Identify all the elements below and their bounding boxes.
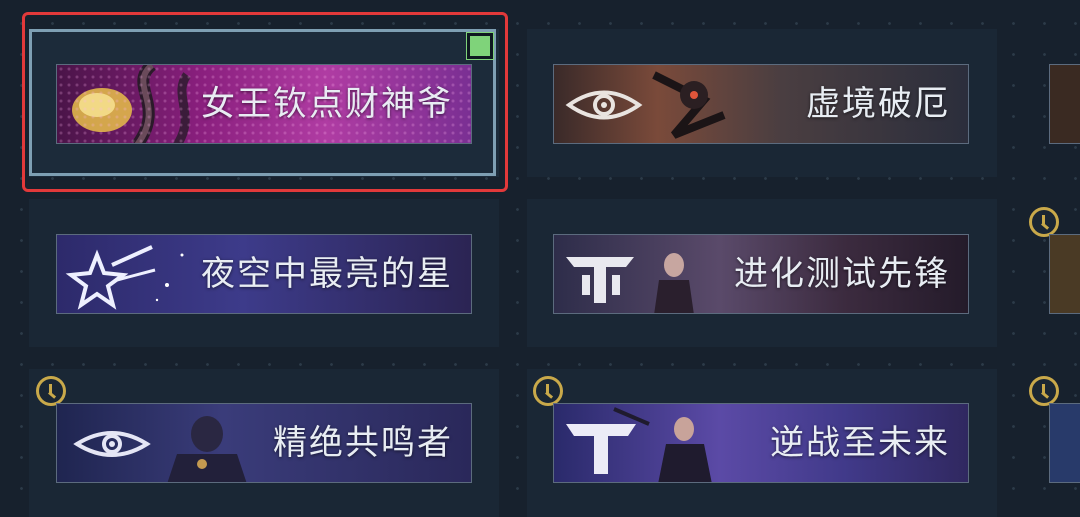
timer-clock-icon (36, 376, 66, 406)
shooting-star-icon (65, 245, 184, 310)
banner-reso[interactable]: 精绝共鸣者 (56, 403, 472, 483)
banner-queen[interactable]: 女王钦点财神爷 (56, 64, 472, 144)
partial-card-right[interactable] (1049, 64, 1080, 144)
title-label: 进化测试先锋 (734, 254, 950, 294)
timer-clock-icon (1029, 207, 1059, 237)
eye-emblem-icon (565, 71, 726, 139)
title-label: 逆战至未来 (770, 423, 950, 463)
selected-checkbox-icon[interactable] (466, 32, 494, 60)
golden-snake-icon (72, 65, 191, 143)
banner-evo[interactable]: 进化测试先锋 (553, 234, 969, 314)
timer-clock-icon (533, 376, 563, 406)
timer-clock-icon (1029, 376, 1059, 406)
title-label: 女王钦点财神爷 (201, 84, 453, 124)
partial-card-right[interactable] (1049, 403, 1080, 483)
t-emblem-icon (566, 407, 712, 482)
banner-star[interactable]: 夜空中最亮的星 (56, 234, 472, 314)
banner-fight[interactable]: 逆战至未来 (553, 403, 969, 483)
tt-emblem-icon (566, 253, 694, 313)
eye-emblem-icon (73, 416, 247, 482)
title-label: 虚境破厄 (806, 84, 950, 124)
title-label: 夜空中最亮的星 (201, 254, 453, 294)
title-label: 精绝共鸣者 (273, 423, 453, 463)
banner-void[interactable]: 虚境破厄 (553, 64, 969, 144)
partial-card-right[interactable] (1049, 234, 1080, 314)
